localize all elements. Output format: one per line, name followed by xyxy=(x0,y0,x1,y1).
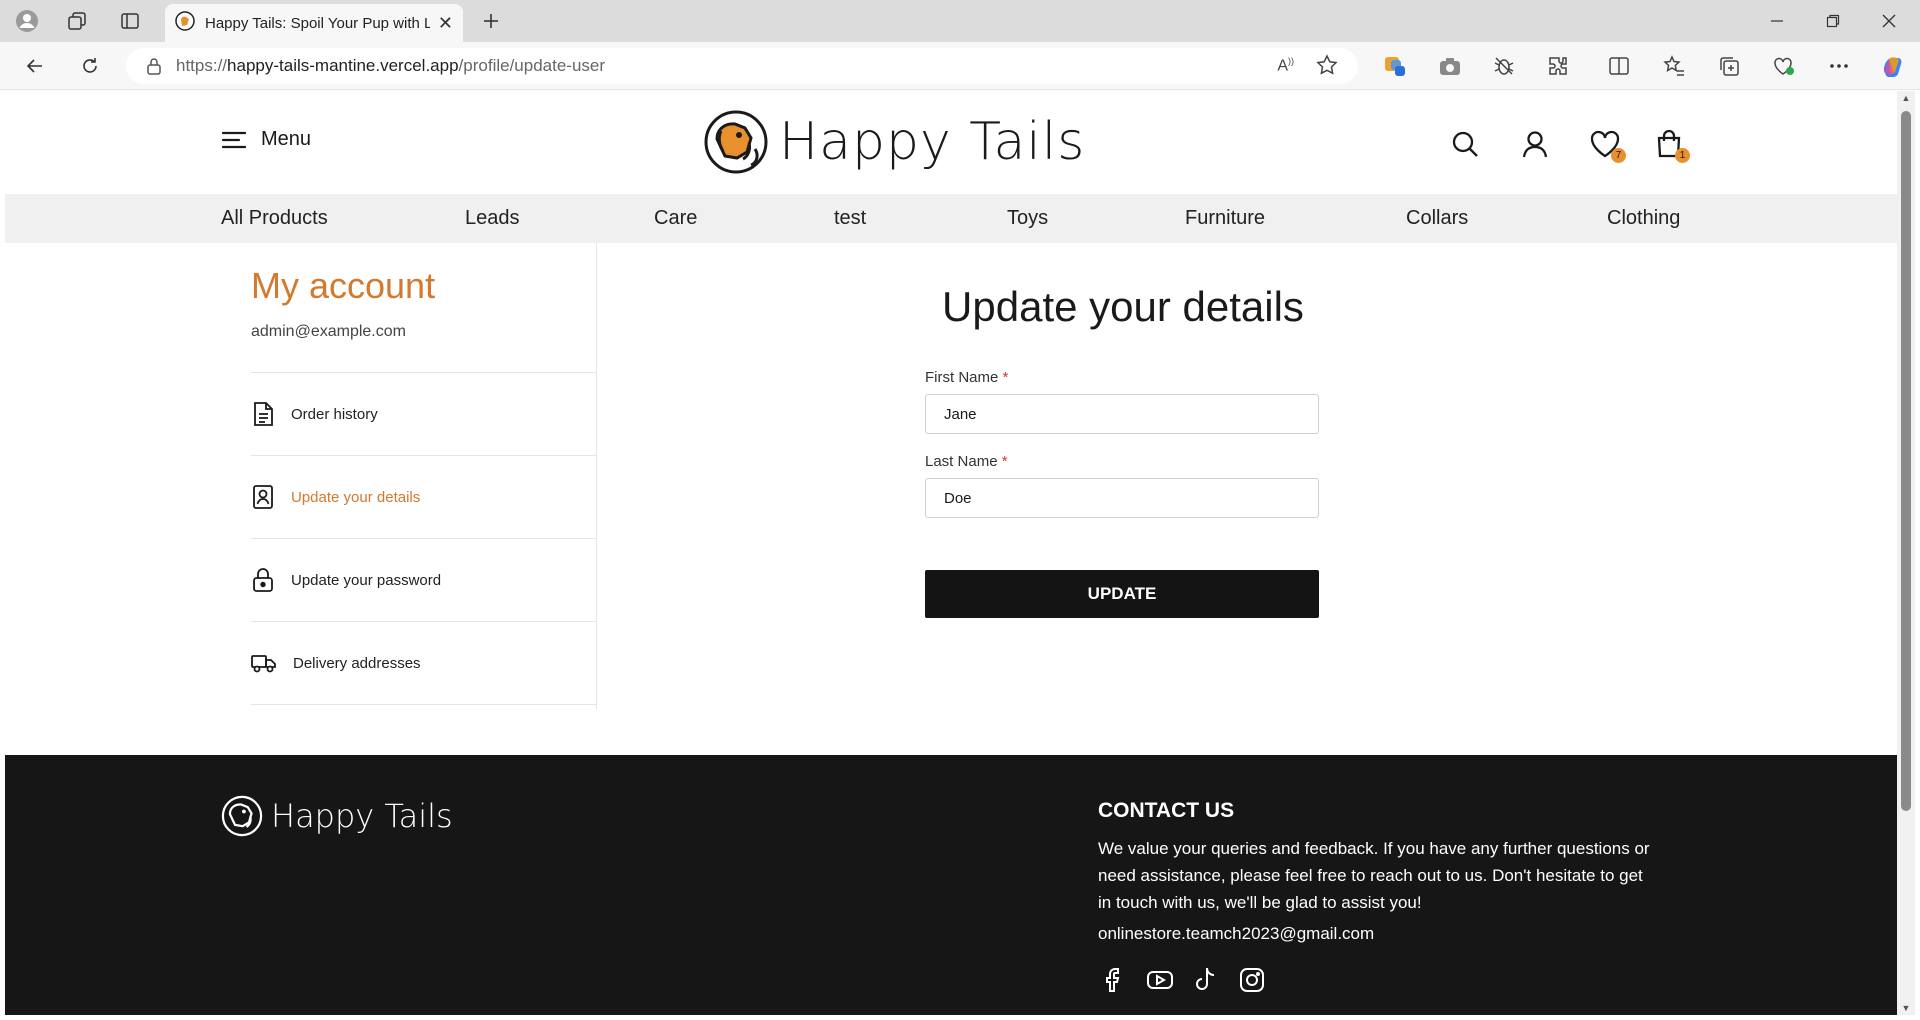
active-tab[interactable]: Happy Tails: Spoil Your Pup with L ✕ xyxy=(165,4,463,42)
last-name-label-text: Last Name xyxy=(925,453,998,470)
health-icon[interactable] xyxy=(1769,51,1799,81)
scroll-up-icon[interactable]: ▲ xyxy=(1901,93,1911,103)
search-icon[interactable] xyxy=(1448,127,1482,161)
close-tab-icon[interactable]: ✕ xyxy=(438,13,453,34)
category-care[interactable]: Care xyxy=(654,207,697,230)
contact-text: We value your queries and feedback. If y… xyxy=(1098,839,1650,912)
category-test[interactable]: test xyxy=(834,207,866,230)
user-account-icon[interactable] xyxy=(1518,127,1552,161)
sidebar-item-label: Update your details xyxy=(291,488,421,506)
category-all-products[interactable]: All Products xyxy=(221,207,328,230)
sidebar-item-update-details[interactable]: Update your details xyxy=(251,455,597,538)
logo-text: Happy Tails xyxy=(779,112,1086,172)
instagram-icon[interactable] xyxy=(1236,964,1268,996)
more-options-icon[interactable] xyxy=(1824,51,1854,81)
sidebar-item-label: Order history xyxy=(291,405,378,423)
back-icon[interactable] xyxy=(20,51,50,81)
category-toys[interactable]: Toys xyxy=(1007,207,1048,230)
facebook-icon[interactable] xyxy=(1098,964,1130,996)
first-name-label-text: First Name xyxy=(925,369,999,386)
dog-logo-icon xyxy=(704,110,768,174)
site-info-icon[interactable] xyxy=(146,57,162,75)
last-name-input[interactable] xyxy=(925,478,1319,518)
sidebar-item-update-password[interactable]: Update your password xyxy=(251,538,597,621)
tab-favicon-icon xyxy=(175,10,195,36)
page-scrollbar[interactable]: ▲ ▼ xyxy=(1897,91,1915,1015)
favorites-icon[interactable] xyxy=(1659,51,1689,81)
split-screen-icon[interactable] xyxy=(1604,51,1634,81)
site-logo[interactable]: Happy Tails xyxy=(703,109,1085,175)
user-card-icon xyxy=(253,485,273,509)
contact-title: CONTACT US xyxy=(1098,799,1235,822)
account-title: My account xyxy=(251,265,436,306)
bug-icon[interactable] xyxy=(1489,51,1519,81)
youtube-icon[interactable] xyxy=(1144,964,1176,996)
copilot-icon[interactable] xyxy=(1878,51,1908,81)
lock-icon xyxy=(253,568,273,592)
camera-icon[interactable] xyxy=(1435,51,1465,81)
social-links xyxy=(1098,964,1658,996)
truck-icon xyxy=(251,655,276,673)
workspaces-icon[interactable] xyxy=(64,8,90,34)
new-tab-icon[interactable] xyxy=(478,8,504,34)
category-collars[interactable]: Collars xyxy=(1406,207,1468,230)
hamburger-icon xyxy=(221,131,247,148)
reload-icon[interactable] xyxy=(75,51,105,81)
first-name-label: First Name * xyxy=(925,369,1008,386)
site-footer: Happy Tails CONTACT US We value your que… xyxy=(5,755,1897,1015)
minimize-icon[interactable] xyxy=(1752,6,1802,36)
update-button[interactable]: UPDATE xyxy=(925,570,1319,618)
url-field[interactable]: https://happy-tails-mantine.vercel.app/p… xyxy=(126,48,1358,84)
menu-label: Menu xyxy=(261,128,312,150)
collections-icon[interactable] xyxy=(1714,51,1744,81)
copilot-extension-icon[interactable] xyxy=(1380,51,1410,81)
category-clothing[interactable]: Clothing xyxy=(1607,207,1680,230)
sidebar-divider xyxy=(251,704,597,705)
wishlist-icon[interactable]: 7 xyxy=(1588,127,1626,163)
page-viewport: Menu Happy Tails 7 1 All Products Leads … xyxy=(5,91,1897,1015)
contact-email[interactable]: onlinestore.teamch2023@gmail.com xyxy=(1098,924,1658,944)
sidebar-item-delivery-addresses[interactable]: Delivery addresses xyxy=(251,621,597,704)
address-bar-row: https://happy-tails-mantine.vercel.app/p… xyxy=(0,42,1920,90)
account-sidebar: My account admin@example.com Order histo… xyxy=(251,243,597,709)
site-header: Menu Happy Tails 7 1 xyxy=(5,91,1897,194)
cart-icon[interactable]: 1 xyxy=(1652,127,1690,163)
last-name-label: Last Name * xyxy=(925,453,1008,470)
tiktok-icon[interactable] xyxy=(1190,964,1222,996)
extensions-icon[interactable] xyxy=(1543,51,1573,81)
favorite-star-icon[interactable] xyxy=(1316,54,1338,81)
account-email: admin@example.com xyxy=(251,323,406,340)
close-window-icon[interactable] xyxy=(1864,6,1914,36)
vertical-tabs-icon[interactable] xyxy=(117,8,143,34)
footer-logo-text: Happy Tails xyxy=(271,797,453,835)
sidebar-item-order-history[interactable]: Order history xyxy=(251,372,597,455)
url-host: happy-tails-mantine.vercel.app xyxy=(227,56,459,75)
form-title: Update your details xyxy=(942,283,1304,330)
tab-title: Happy Tails: Spoil Your Pup with L xyxy=(205,14,430,32)
dog-logo-icon xyxy=(221,795,263,837)
wishlist-count-badge: 7 xyxy=(1611,148,1626,163)
read-aloud-icon[interactable]: A)) xyxy=(1277,56,1294,75)
category-leads[interactable]: Leads xyxy=(465,207,520,230)
url-path: /profile/update-user xyxy=(458,56,606,75)
sidebar-item-label: Update your password xyxy=(291,571,442,589)
category-nav: All Products Leads Care test Toys Furnit… xyxy=(5,194,1897,243)
footer-logo[interactable]: Happy Tails xyxy=(221,795,453,837)
sidebar-item-label: Delivery addresses xyxy=(293,654,421,672)
required-mark: * xyxy=(1001,453,1008,470)
restore-icon[interactable] xyxy=(1808,6,1858,36)
document-icon xyxy=(254,402,273,426)
menu-button[interactable]: Menu xyxy=(221,128,311,151)
category-furniture[interactable]: Furniture xyxy=(1185,207,1265,230)
scroll-thumb[interactable] xyxy=(1901,111,1911,811)
profile-icon[interactable] xyxy=(14,8,40,34)
url-scheme: https:// xyxy=(176,56,228,75)
first-name-input[interactable] xyxy=(925,394,1319,434)
required-mark: * xyxy=(1002,369,1009,386)
scroll-down-icon[interactable]: ▼ xyxy=(1901,1003,1911,1013)
browser-tab-bar: Happy Tails: Spoil Your Pup with L ✕ xyxy=(0,0,1920,42)
cart-count-badge: 1 xyxy=(1675,148,1690,163)
contact-section: CONTACT US We value your queries and fee… xyxy=(1098,799,1658,996)
